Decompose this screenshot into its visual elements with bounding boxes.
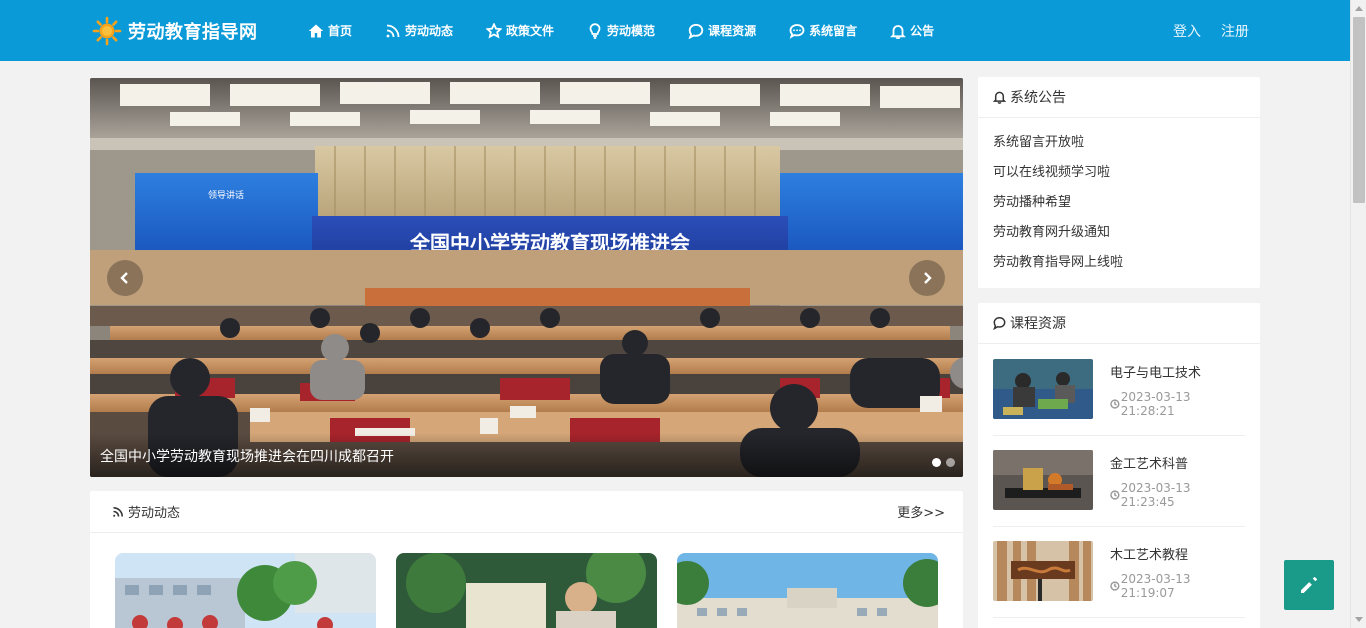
rss-icon <box>386 24 400 37</box>
sun-logo-icon <box>92 16 122 46</box>
news-card[interactable] <box>115 553 376 628</box>
home-icon <box>308 24 324 37</box>
register-link[interactable]: 注册 <box>1221 0 1249 61</box>
course-thumbnail <box>993 450 1093 510</box>
labor-news-header: 劳动动态 更多>> <box>90 491 963 533</box>
carousel-indicators <box>927 458 955 467</box>
left-screen-text: 领导讲话 <box>208 189 244 201</box>
carousel-caption-bar: 全国中小学劳动教育现场推进会在四川成都召开 <box>90 433 963 477</box>
news-card-image <box>115 553 376 628</box>
pencil-icon <box>1301 576 1318 593</box>
course-time-text: 2023-03-13 21:23:45 <box>1120 481 1191 509</box>
course-thumbnail <box>993 359 1093 419</box>
panel-title: 系统公告 <box>1010 90 1066 106</box>
news-card[interactable] <box>677 553 938 628</box>
nav-label: 公告 <box>910 24 935 38</box>
nav-item-courses[interactable]: 课程资源 <box>688 22 756 39</box>
edit-floating-button[interactable] <box>1284 560 1334 610</box>
nav-label: 劳动模范 <box>607 24 656 38</box>
notice-list: 系统留言开放啦 可以在线视频学习啦 劳动播种希望 劳动教育网升级通知 劳动教育指… <box>978 118 1260 280</box>
panel-title: 课程资源 <box>1010 316 1066 332</box>
course-thumbnail <box>993 541 1093 601</box>
carousel-next-button[interactable] <box>909 260 945 296</box>
bell-icon <box>993 91 1006 104</box>
news-card-image <box>396 553 657 628</box>
news-card-image <box>677 553 938 628</box>
bell-icon <box>890 24 907 39</box>
news-card[interactable] <box>396 553 657 628</box>
notice-item[interactable]: 可以在线视频学习啦 <box>993 160 1260 190</box>
course-timestamp: 2023-03-13 21:28:21 <box>1110 390 1245 418</box>
star-icon <box>486 22 503 39</box>
rss-icon <box>113 506 123 517</box>
section-title: 劳动动态 <box>112 502 180 521</box>
comment-dots-icon <box>789 23 805 39</box>
course-time-text: 2023-03-13 21:19:07 <box>1120 572 1191 600</box>
clock-icon <box>1110 490 1120 500</box>
panel-header: 系统公告 <box>978 77 1260 118</box>
more-link[interactable]: 更多>> <box>897 502 945 521</box>
course-time-text: 2023-03-13 21:28:21 <box>1120 390 1191 418</box>
hero-carousel[interactable]: 领导讲话 全国中小学劳动教育现场推进会 全国中小学劳动教育现场推进会在四川成都召… <box>90 78 963 477</box>
news-card-list <box>115 553 958 628</box>
notice-item[interactable]: 劳动教育指导网上线啦 <box>993 250 1260 280</box>
scroll-down-arrow-icon[interactable] <box>1355 617 1363 622</box>
login-link[interactable]: 登入 <box>1173 0 1201 61</box>
nav-label: 政策文件 <box>506 24 555 38</box>
chevron-left-icon <box>120 272 128 284</box>
carousel-prev-button[interactable] <box>107 260 143 296</box>
course-timestamp: 2023-03-13 21:19:07 <box>1110 572 1245 600</box>
course-title: 金工艺术科普 <box>1110 457 1189 472</box>
notice-item[interactable]: 系统留言开放啦 <box>993 130 1260 160</box>
nav-item-messages[interactable]: 系统留言 <box>789 22 857 39</box>
clock-icon <box>1110 581 1120 591</box>
nav-item-labor-news[interactable]: 劳动动态 <box>385 22 453 39</box>
clock-icon <box>1110 399 1120 409</box>
course-item[interactable]: 电子与电工技术 2023-03-13 21:28:21 <box>993 345 1245 436</box>
scroll-up-arrow-icon[interactable] <box>1355 6 1363 11</box>
main-nav: 首页 劳动动态 政策文件 劳动模范 课程资源 系统留言 公告 <box>308 0 967 61</box>
labor-news-section: 劳动动态 更多>> <box>90 491 963 628</box>
site-title: 劳动教育指导网 <box>128 22 258 43</box>
chat-bubble-icon <box>688 23 704 39</box>
nav-label: 系统留言 <box>809 24 858 38</box>
page-scrollbar[interactable] <box>1350 0 1366 628</box>
course-title: 木工艺术教程 <box>1110 548 1189 563</box>
nav-item-announcements[interactable]: 公告 <box>890 22 934 39</box>
nav-label: 首页 <box>328 24 353 38</box>
lightbulb-icon <box>589 22 601 39</box>
course-item[interactable]: 金工艺术科普 2023-03-13 21:23:45 <box>993 436 1245 527</box>
nav-label: 劳动动态 <box>405 24 454 38</box>
chat-bubble-icon <box>993 317 1006 330</box>
carousel-dot-2[interactable] <box>946 458 955 467</box>
course-timestamp: 2023-03-13 21:23:45 <box>1110 481 1245 509</box>
conference-hall-photo: 领导讲话 全国中小学劳动教育现场推进会 <box>90 78 963 477</box>
course-item[interactable]: 木工艺术教程 2023-03-13 21:19:07 <box>993 527 1245 618</box>
system-notice-panel: 系统公告 系统留言开放啦 可以在线视频学习啦 劳动播种希望 劳动教育网升级通知 … <box>978 77 1260 288</box>
top-header: 劳动教育指导网 首页 劳动动态 政策文件 劳动模范 课程资源 系统留言 公告 登… <box>0 0 1350 61</box>
scrollbar-thumb[interactable] <box>1353 17 1365 203</box>
course-resources-panel: 课程资源 电子与电工技术 2023-03-13 21:28:21 金工艺术科普 … <box>978 303 1260 628</box>
chevron-right-icon <box>924 272 932 284</box>
site-logo[interactable]: 劳动教育指导网 <box>92 16 258 46</box>
nav-item-policy[interactable]: 政策文件 <box>486 22 554 39</box>
carousel-caption[interactable]: 全国中小学劳动教育现场推进会在四川成都召开 <box>100 446 394 466</box>
notice-item[interactable]: 劳动教育网升级通知 <box>993 220 1260 250</box>
section-title-label: 劳动动态 <box>128 506 181 521</box>
carousel-dot-1[interactable] <box>932 458 941 467</box>
nav-item-model-workers[interactable]: 劳动模范 <box>587 22 655 39</box>
course-title: 电子与电工技术 <box>1110 366 1202 381</box>
notice-item[interactable]: 劳动播种希望 <box>993 190 1260 220</box>
nav-label: 课程资源 <box>708 24 757 38</box>
panel-header: 课程资源 <box>978 303 1260 344</box>
nav-item-home[interactable]: 首页 <box>308 22 352 39</box>
